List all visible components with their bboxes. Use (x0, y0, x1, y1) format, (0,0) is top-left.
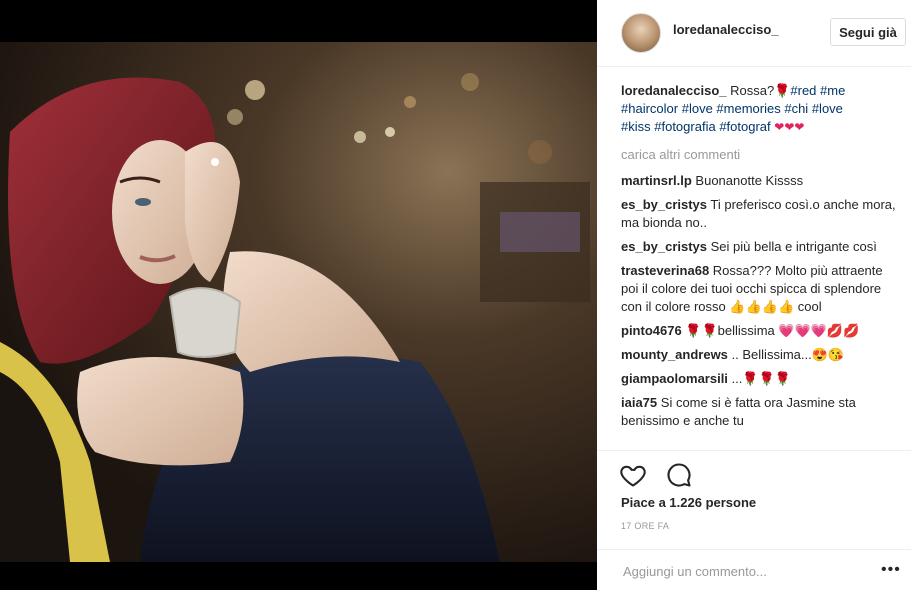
caption-hearts: ❤❤❤ (774, 120, 805, 134)
comment-text: 🌹🌹bellissima 💗💗💗💋💋 (685, 323, 860, 338)
comment-text: .. Bellissima...😍😘 (731, 347, 845, 362)
post-side-panel: loredanalecciso_ Segui già loredanalecci… (597, 0, 911, 590)
hashtag-link[interactable]: #haircolor (621, 101, 678, 116)
like-heart-icon[interactable] (619, 461, 649, 491)
more-options-icon[interactable]: ••• (881, 562, 901, 578)
media-pane (0, 0, 597, 590)
comment-text: Sei più bella e intrigante così (710, 239, 877, 254)
hashtag-link[interactable]: #fotografia (654, 119, 715, 134)
post-caption: loredanalecciso_ Rossa?🌹#red #me #hairco… (621, 82, 897, 136)
hashtag-link[interactable]: #kiss (621, 119, 651, 134)
comment-author[interactable]: trasteverina68 (621, 263, 709, 278)
comment-text: Si come si è fatta ora Jasmine sta benis… (621, 395, 856, 428)
post-photo[interactable] (0, 42, 597, 562)
following-button[interactable]: Segui già (830, 18, 906, 46)
comment-author[interactable]: martinsrl.lp (621, 173, 692, 188)
instagram-post-view: loredanalecciso_ Segui già loredanalecci… (0, 0, 911, 590)
post-header: loredanalecciso_ Segui già (597, 0, 911, 67)
hashtag-link[interactable]: #love (682, 101, 713, 116)
comment-item: es_by_cristys Sei più bella e intrigante… (621, 238, 897, 256)
comment-author[interactable]: es_by_cristys (621, 239, 707, 254)
comment-author[interactable]: es_by_cristys (621, 197, 707, 212)
post-author-username[interactable]: loredanalecciso_ (673, 22, 779, 37)
comment-bubble-icon[interactable] (665, 461, 695, 491)
comment-author[interactable]: mounty_andrews (621, 347, 728, 362)
avatar[interactable] (621, 13, 661, 53)
comment-item: mounty_andrews .. Bellissima...😍😘 (621, 346, 897, 364)
hashtag-link[interactable]: #me (820, 83, 845, 98)
action-icons (619, 461, 707, 491)
comment-input[interactable] (621, 560, 875, 582)
hashtag-link[interactable]: #fotograf (719, 119, 770, 134)
comment-item: pinto4676 🌹🌹bellissima 💗💗💗💋💋 (621, 322, 897, 340)
comment-item: martinsrl.lp Buonanotte Kissss (621, 172, 897, 190)
comment-author[interactable]: giampaolomarsili (621, 371, 728, 386)
comment-item: trasteverina68 Rossa??? Molto più attrae… (621, 262, 897, 316)
caption-author[interactable]: loredanalecciso_ (621, 83, 727, 98)
add-comment-bar: ••• (597, 549, 911, 592)
hashtag-link[interactable]: #chi (784, 101, 808, 116)
caption-text: Rossa?🌹 (726, 83, 791, 98)
hashtag-link[interactable]: #memories (716, 101, 780, 116)
comment-item: es_by_cristys Ti preferisco così.o anche… (621, 196, 897, 232)
comments-section: loredanalecciso_ Rossa?🌹#red #me #hairco… (621, 82, 897, 436)
comment-author[interactable]: iaia75 (621, 395, 657, 410)
comment-text: ...🌹🌹🌹 (731, 371, 791, 386)
comment-item: iaia75 Si come si è fatta ora Jasmine st… (621, 394, 897, 430)
hashtag-link[interactable]: #red (790, 83, 816, 98)
comment-author[interactable]: pinto4676 (621, 323, 682, 338)
hashtag-link[interactable]: #love (812, 101, 843, 116)
post-timestamp: 17 ORE FA (621, 521, 670, 531)
comment-text: Buonanotte Kissss (695, 173, 804, 188)
photo-illustration (0, 42, 597, 562)
comment-item: giampaolomarsili ...🌹🌹🌹 (621, 370, 897, 388)
likes-count[interactable]: Piace a 1.226 persone (621, 495, 756, 510)
load-more-comments-link[interactable]: carica altri commenti (621, 146, 897, 164)
post-actions: Piace a 1.226 persone 17 ORE FA ••• (597, 450, 911, 582)
